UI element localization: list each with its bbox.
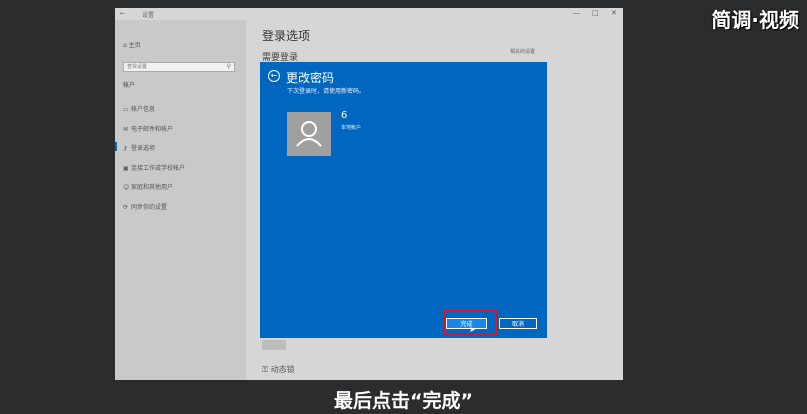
key-icon: ⚷ bbox=[123, 145, 128, 152]
dialog-title: 更改密码 bbox=[286, 71, 335, 85]
sidebar-home-label: 主页 bbox=[128, 42, 141, 49]
sidebar-item-label: 家庭和其他用户 bbox=[131, 184, 174, 191]
dialog-subtitle: 下次登录时，请使用新密码。 bbox=[287, 88, 366, 95]
page-title: 登录选项 bbox=[262, 29, 311, 43]
briefcase-icon: ▣ bbox=[123, 165, 129, 172]
sync-icon: ⟳ bbox=[123, 204, 129, 211]
person-card-icon: ▭ bbox=[123, 106, 129, 113]
sidebar-category: 帐户 bbox=[123, 82, 136, 89]
sidebar-item-account-info[interactable]: ▭ 帐户信息 bbox=[123, 104, 155, 113]
search-icon: ⚲ bbox=[226, 63, 231, 70]
avatar bbox=[287, 112, 331, 156]
sidebar-item-label: 连接工作或学校帐户 bbox=[131, 165, 186, 172]
sidebar: ⌂ 主页 查找设置 ⚲ 帐户 ▭ 帐户信息 ✉ 电子邮件和帐户 ⚷ 登录选项 ▣ 连接工… bbox=[115, 20, 246, 380]
home-icon: ⌂ bbox=[123, 42, 127, 49]
sidebar-item-sign-in-options[interactable]: ⚷ 登录选项 bbox=[123, 143, 155, 152]
window-title: 设置 bbox=[142, 12, 155, 19]
sidebar-item-work-school[interactable]: ▣ 连接工作或学校帐户 bbox=[123, 163, 185, 172]
sidebar-item-label: 电子邮件和帐户 bbox=[131, 126, 174, 133]
dynamic-lock-label: 动态锁 bbox=[270, 365, 295, 374]
account-type: 本地帐户 bbox=[341, 125, 362, 131]
sidebar-item-family[interactable]: ☺ 家庭和其他用户 bbox=[123, 182, 173, 191]
sidebar-item-sync[interactable]: ⟳ 同步你的设置 bbox=[123, 202, 167, 211]
sidebar-item-email[interactable]: ✉ 电子邮件和帐户 bbox=[123, 124, 173, 133]
sidebar-item-label: 帐户信息 bbox=[131, 106, 156, 113]
title-bar: ← 设置 — □ ✕ bbox=[115, 8, 623, 20]
maximize-button[interactable]: □ bbox=[592, 9, 599, 17]
back-arrow-icon[interactable]: ← bbox=[268, 70, 280, 82]
sidebar-item-label: 登录选项 bbox=[131, 145, 156, 152]
user-icon bbox=[296, 121, 322, 147]
sidebar-item-label: 同步你的设置 bbox=[131, 204, 168, 211]
search-input[interactable]: 查找设置 ⚲ bbox=[123, 62, 235, 72]
mail-icon: ✉ bbox=[123, 126, 129, 133]
selected-indicator bbox=[115, 142, 117, 151]
dynamic-lock-heading: ⚿ 动态锁 bbox=[262, 364, 295, 375]
minimize-button[interactable]: — bbox=[573, 9, 580, 17]
brand-logo: 简调·视频 bbox=[711, 8, 799, 32]
video-caption: 最后点击“完成” bbox=[334, 390, 473, 412]
sidebar-home[interactable]: ⌂ 主页 bbox=[123, 40, 141, 49]
lock-icon: ⚿ bbox=[262, 365, 269, 374]
account-name: 6 bbox=[341, 110, 348, 121]
people-icon: ☺ bbox=[123, 184, 130, 191]
settings-button[interactable] bbox=[262, 340, 286, 350]
close-button[interactable]: ✕ bbox=[611, 9, 617, 17]
related-settings: 相关的设置 bbox=[510, 49, 536, 55]
change-password-dialog: ← 更改密码 下次登录时，请使用新密码。 6 本地帐户 完成 取消 bbox=[260, 62, 547, 338]
cancel-button[interactable]: 取消 bbox=[499, 318, 537, 329]
mouse-cursor-icon: ➤ bbox=[469, 325, 476, 334]
search-placeholder: 查找设置 bbox=[127, 64, 148, 70]
arrow-left-icon[interactable]: ← bbox=[120, 10, 125, 17]
